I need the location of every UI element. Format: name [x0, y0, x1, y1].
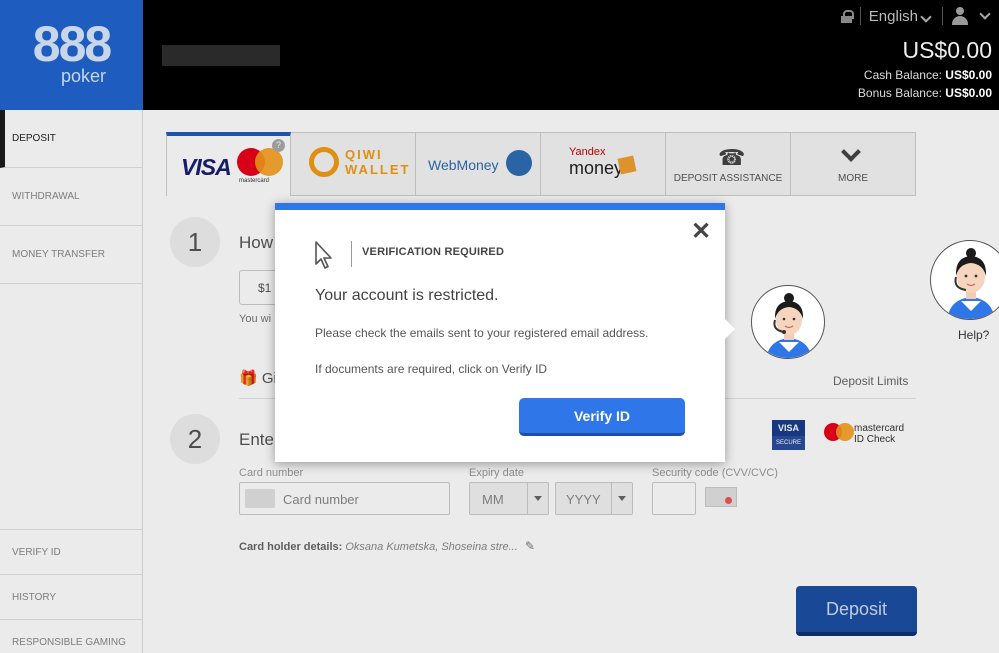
bonus-balance-value: US$0.00 [945, 86, 992, 100]
verify-id-button[interactable]: Verify ID [519, 398, 685, 436]
divider [351, 241, 352, 267]
dialog-instruction-email: Please check the emails sent to your reg… [315, 326, 649, 340]
chevron-down-icon [920, 10, 932, 23]
verification-required-dialog: ✕ VERIFICATION REQUIRED Your account is … [275, 203, 735, 462]
logo-word: poker [60, 66, 107, 86]
top-header: 888 poker English US$0.00 Cash Balance: … [0, 0, 999, 110]
divider [942, 7, 943, 25]
lock-icon[interactable] [840, 9, 854, 23]
dialog-instruction-documents: If documents are required, click on Veri… [315, 362, 548, 376]
divider [859, 7, 861, 25]
logo-number: 888 [32, 16, 112, 72]
dialog-title: VERIFICATION REQUIRED [362, 246, 505, 258]
cash-balance: Cash Balance: US$0.00 [864, 68, 992, 82]
header-toolbar: English [840, 5, 993, 27]
support-agent-avatar [751, 285, 825, 359]
cash-balance-value: US$0.00 [945, 68, 992, 82]
888poker-logo[interactable]: 888 poker [0, 0, 143, 110]
cash-balance-label: Cash Balance: [863, 68, 942, 82]
user-icon[interactable] [951, 7, 969, 25]
help-label[interactable]: Help? [958, 328, 989, 342]
dialog-message: Your account is restricted. [315, 287, 499, 304]
language-selector[interactable]: English [869, 8, 934, 25]
close-icon[interactable]: ✕ [691, 220, 711, 244]
language-label: English [868, 7, 918, 25]
cursor-icon [315, 241, 332, 269]
bonus-balance: Bonus Balance: US$0.00 [858, 86, 992, 100]
total-balance: US$0.00 [902, 37, 992, 63]
bonus-balance-label: Bonus Balance: [857, 86, 942, 100]
chevron-down-icon[interactable] [979, 8, 991, 20]
username-redacted [162, 45, 280, 66]
